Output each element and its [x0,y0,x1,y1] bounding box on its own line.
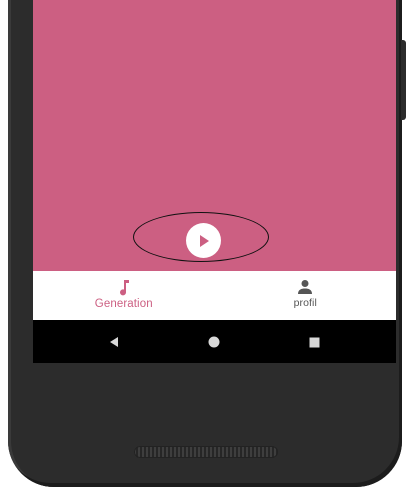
content-area [33,0,396,271]
recents-button[interactable] [306,334,322,350]
music-note-icon [119,280,129,296]
play-icon [199,234,209,247]
nav-item-label-profil: profil [293,297,317,309]
phone-device-frame: Generation profil [8,0,406,487]
recents-square-icon [309,337,319,347]
app-screen: Generation profil [33,0,396,363]
speaker-grille [134,446,278,458]
person-icon [298,280,313,294]
back-triangle-icon [110,337,118,347]
home-circle-icon [208,336,220,348]
system-navigation-bar [33,320,396,363]
nav-item-profil[interactable]: profil [215,271,397,320]
bottom-navigation: Generation profil [33,271,396,320]
back-button[interactable] [106,334,122,350]
play-button[interactable] [186,223,221,258]
phone-side-button [401,40,406,120]
nav-item-generation[interactable]: Generation [33,271,215,320]
nav-item-label-generation: Generation [94,298,153,310]
home-button[interactable] [206,334,222,350]
